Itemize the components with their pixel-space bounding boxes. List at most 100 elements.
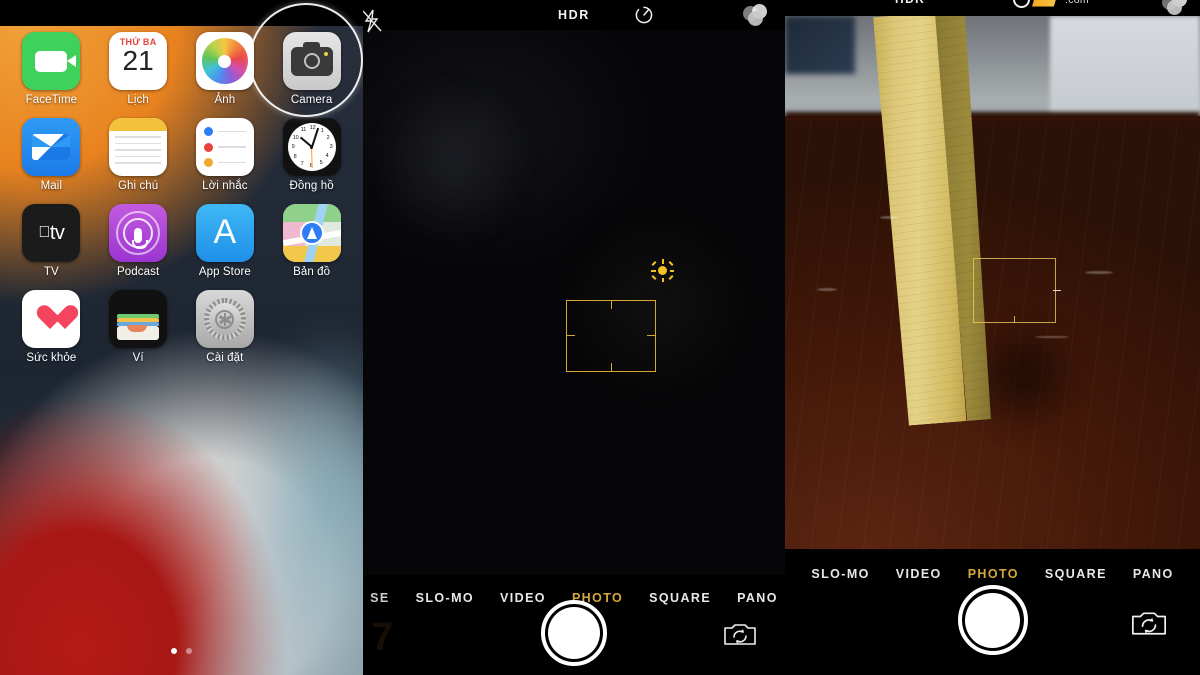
watermark-logo: .com (1013, 0, 1089, 8)
hdr-label[interactable]: HDR (895, 0, 925, 6)
calendar-day: 21 (122, 45, 154, 76)
reminders-icon (195, 118, 254, 176)
mode-pano[interactable]: PANO (1120, 567, 1187, 581)
app-icon-grid: FaceTime THỨ BA 21 Lịch Ảnh Camera Mail … (0, 26, 363, 376)
sun-icon[interactable] (651, 259, 674, 282)
status-bar-area (0, 0, 363, 26)
app-row-3: tv TV Podcast A App Store (8, 204, 355, 290)
app-label: Bản đồ (293, 266, 331, 278)
floor-scuff (880, 216, 898, 219)
app-calendar[interactable]: THỨ BA 21 Lịch (95, 32, 182, 106)
mode-video[interactable]: VIDEO (883, 567, 955, 581)
app-label: TV (43, 266, 59, 278)
app-row-4: Sức khỏe Ví Cài đặt (8, 290, 355, 376)
app-mail[interactable]: Mail (8, 118, 95, 192)
flip-camera-icon[interactable] (1130, 609, 1168, 637)
screenshot-stage: FaceTime THỨ BA 21 Lịch Ảnh Camera Mail … (0, 0, 1200, 675)
page-dot-active[interactable] (171, 648, 177, 654)
shutter-button[interactable] (541, 600, 607, 666)
app-facetime[interactable]: FaceTime (8, 32, 95, 106)
app-photos[interactable]: Ảnh (182, 32, 269, 106)
watermark-domain: .com (1065, 0, 1089, 6)
mode-video[interactable]: VIDEO (487, 591, 559, 605)
camera-bottom-bar: 7 SE SLO-MO VIDEO PHOTO SQUARE PANO (363, 575, 785, 675)
app-label: Ảnh (214, 94, 236, 106)
clock-icon: 12 3 6 9 1 2 4 5 7 8 10 11 (282, 118, 341, 176)
floor-scuff (817, 288, 837, 291)
calendar-icon: THỨ BA 21 (109, 32, 168, 90)
app-label: Ghi chú (117, 180, 159, 192)
watermark-shape-icon (1032, 0, 1058, 7)
live-photo-icon[interactable] (1162, 0, 1190, 15)
app-label: Sức khỏe (26, 352, 77, 364)
floor-scuff (1085, 271, 1113, 274)
mode-time-lapse-clipped[interactable]: SE (363, 591, 403, 605)
app-store-glyph: A (213, 213, 237, 251)
focus-square[interactable] (566, 300, 656, 372)
app-label: Lời nhắc (202, 180, 248, 192)
app-notes[interactable]: Ghi chú (95, 118, 182, 192)
apple-tv-icon: tv (22, 204, 81, 262)
mode-slo-mo[interactable]: SLO-MO (798, 567, 882, 581)
app-label: Camera (290, 94, 333, 106)
maps-icon (282, 204, 341, 262)
app-label: FaceTime (25, 94, 78, 106)
app-wallet[interactable]: Ví (95, 290, 182, 364)
camera-bottom-bar: SLO-MO VIDEO PHOTO SQUARE PANO (785, 549, 1200, 675)
shutter-button[interactable] (957, 585, 1028, 655)
health-icon (22, 290, 81, 348)
app-label: Podcast (116, 266, 160, 278)
panel-home-screen: FaceTime THỨ BA 21 Lịch Ảnh Camera Mail … (0, 0, 363, 675)
app-row-2: Mail Ghi chú Lời nhắc 12 3 9 1 2 4 5 7 8… (8, 118, 355, 204)
camera-mode-selector[interactable]: SLO-MO VIDEO PHOTO SQUARE PANO (785, 567, 1200, 581)
app-app-store[interactable]: A App Store (182, 204, 269, 278)
wallet-icon (109, 290, 168, 348)
watermark: 7 (371, 615, 394, 659)
app-reminders[interactable]: Lời nhắc (182, 118, 269, 192)
app-row-1: FaceTime THỨ BA 21 Lịch Ảnh Camera (8, 32, 355, 118)
mode-pano[interactable]: PANO (724, 591, 785, 605)
hdr-label[interactable]: HDR (363, 8, 785, 22)
app-label: Ví (132, 352, 144, 364)
app-camera[interactable]: Camera (268, 32, 355, 106)
app-store-icon: A (195, 204, 254, 262)
facetime-icon (22, 32, 81, 90)
app-label: Lịch (127, 94, 149, 106)
notes-icon (109, 118, 168, 176)
live-photo-icon[interactable] (743, 4, 769, 26)
camera-top-bar-clipped: HDR .com (785, 0, 1200, 16)
app-apple-tv[interactable]: tv TV (8, 204, 95, 278)
flip-camera-icon[interactable] (723, 621, 757, 647)
scene-floor-edge (785, 112, 1200, 120)
app-health[interactable]: Sức khỏe (8, 290, 95, 364)
mode-slo-mo[interactable]: SLO-MO (403, 591, 487, 605)
app-empty-slot (268, 290, 355, 364)
app-maps[interactable]: Bản đồ (268, 204, 355, 278)
panel-camera-wood: HDR .com (785, 0, 1200, 675)
mode-photo[interactable]: PHOTO (955, 567, 1032, 581)
page-dots[interactable] (0, 648, 363, 654)
camera-icon (282, 32, 341, 90)
mode-square[interactable]: SQUARE (636, 591, 724, 605)
app-label: Cài đặt (206, 352, 244, 364)
scene-shadow (377, 82, 527, 242)
floor-scuff (1035, 336, 1069, 338)
photos-icon (195, 32, 254, 90)
panel-camera-dark: HDR 7 SE SLO-MO VIDEO PHOTO SQUARE PANO (363, 0, 785, 675)
page-dot[interactable] (186, 648, 192, 654)
camera-top-bar: HDR (363, 0, 785, 33)
app-settings[interactable]: Cài đặt (182, 290, 269, 364)
app-clock[interactable]: 12 3 6 9 1 2 4 5 7 8 10 11 (268, 118, 355, 192)
app-label: App Store (198, 266, 251, 278)
apple-tv-glyph: tv (44, 221, 65, 244)
podcasts-icon (109, 204, 168, 262)
mode-square[interactable]: SQUARE (1032, 567, 1120, 581)
app-label: Đồng hồ (289, 180, 334, 192)
settings-icon (195, 290, 254, 348)
scene-wall-dark-corner (785, 16, 855, 74)
focus-rectangle[interactable] (973, 258, 1061, 323)
app-podcasts[interactable]: Podcast (95, 204, 182, 278)
mail-icon (22, 118, 81, 176)
timer-icon[interactable] (634, 5, 654, 25)
watermark-ring-icon (1013, 0, 1030, 8)
